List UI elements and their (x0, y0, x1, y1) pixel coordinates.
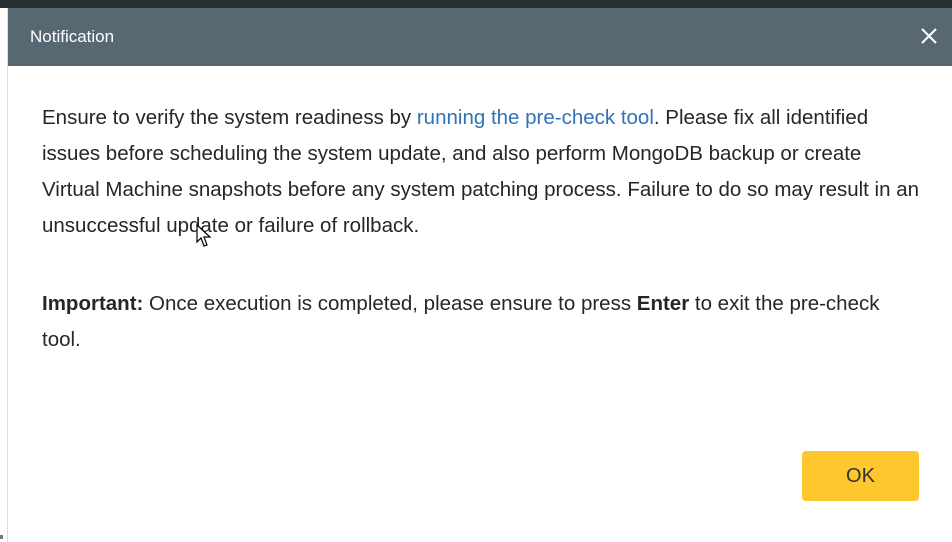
top-border (0, 0, 952, 8)
dialog-body: Ensure to verify the system readiness by… (8, 66, 952, 358)
dialog-titlebar: Notification (8, 8, 952, 66)
ok-button[interactable]: OK (802, 451, 919, 501)
message-paragraph: Ensure to verify the system readiness by… (42, 100, 922, 244)
enter-key-label: Enter (636, 292, 690, 315)
message-text-start: Ensure to verify the system readiness by (42, 106, 417, 129)
notification-dialog: Notification Ensure to verify the system… (7, 8, 952, 542)
important-paragraph: Important: Once execution is completed, … (42, 286, 922, 358)
close-icon[interactable] (918, 25, 940, 47)
pre-check-tool-link[interactable]: running the pre-check tool (417, 106, 654, 129)
dialog-title: Notification (30, 27, 115, 46)
important-label: Important: (42, 292, 144, 315)
important-text-start: Once execution is completed, please ensu… (143, 292, 637, 315)
edge-marker (0, 535, 3, 539)
mouse-cursor-icon (196, 224, 212, 247)
